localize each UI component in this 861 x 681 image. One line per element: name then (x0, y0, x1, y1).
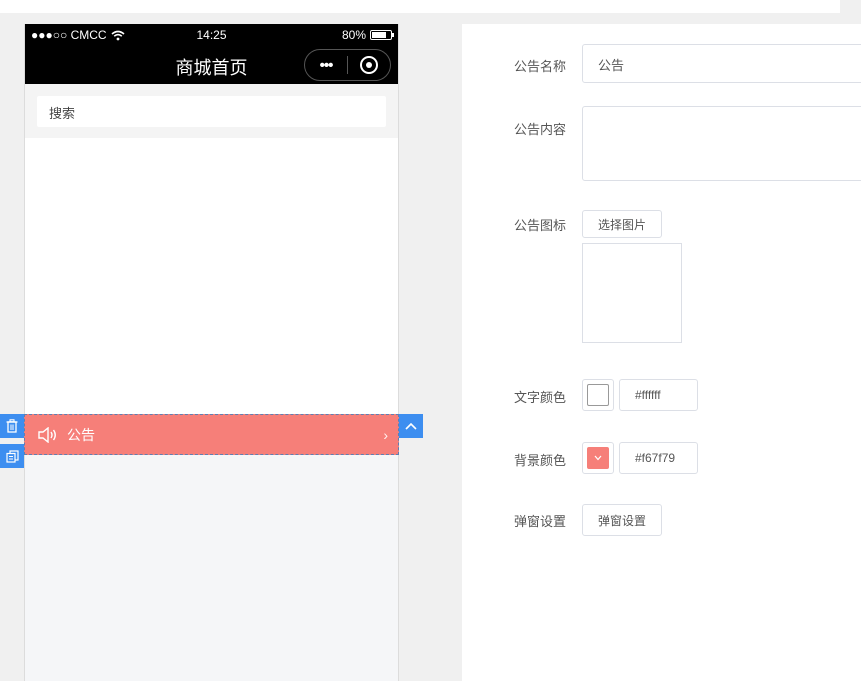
notice-content-label: 公告内容 (514, 122, 567, 137)
text-color-label: 文字颜色 (514, 390, 567, 405)
bg-color-picker[interactable] (582, 442, 614, 474)
notice-name-input[interactable]: 公告 (582, 44, 861, 83)
notice-content-textarea[interactable] (582, 106, 861, 181)
search-input[interactable]: 搜索 (37, 96, 386, 127)
bg-color-swatch (587, 447, 609, 469)
move-up-button[interactable] (399, 414, 423, 438)
mini-program-capsule[interactable]: ••• (304, 49, 391, 81)
choose-image-button[interactable]: 选择图片 (582, 210, 663, 238)
close-target-icon[interactable] (348, 56, 390, 74)
battery-icon (370, 30, 394, 40)
text-color-swatch (587, 384, 609, 406)
popup-settings-label: 弹窗设置 (514, 514, 567, 529)
icon-preview-box[interactable] (582, 243, 682, 343)
popup-settings-button[interactable]: 弹窗设置 (582, 504, 663, 536)
copy-icon (5, 449, 19, 463)
search-section: 搜索 (25, 84, 398, 138)
text-color-input[interactable]: #ffffff (619, 379, 698, 411)
notice-bar[interactable]: 公告 › (24, 414, 399, 455)
notice-text: 公告 (67, 426, 95, 443)
battery-percent: 80% (341, 28, 366, 42)
status-bar: ●●●○○ CMCC 14:25 80% (25, 24, 398, 46)
chevron-up-icon (405, 422, 417, 430)
top-bar (0, 0, 840, 13)
notice-name-label: 公告名称 (514, 59, 567, 74)
copy-button[interactable] (0, 444, 24, 468)
phone-preview: ●●●○○ CMCC 14:25 80% 商城首页 ••• 搜索 (24, 24, 399, 681)
text-color-picker[interactable] (582, 379, 614, 411)
bg-color-input[interactable]: #f67f79 (619, 442, 698, 474)
chevron-right-icon: › (383, 426, 388, 443)
delete-button[interactable] (0, 414, 24, 438)
settings-panel: 公告名称 公告 公告内容 公告图标 选择图片 文字颜色 #ffffff 背景颜色… (462, 24, 861, 681)
more-icon[interactable]: ••• (305, 57, 347, 74)
bg-color-label: 背景颜色 (514, 453, 567, 468)
speaker-icon (38, 426, 56, 443)
chevron-down-icon (594, 455, 602, 461)
nav-bar: 商城首页 ••• (25, 46, 398, 84)
trash-icon (6, 419, 18, 433)
notice-icon-label: 公告图标 (514, 218, 567, 233)
content-area (25, 138, 398, 414)
